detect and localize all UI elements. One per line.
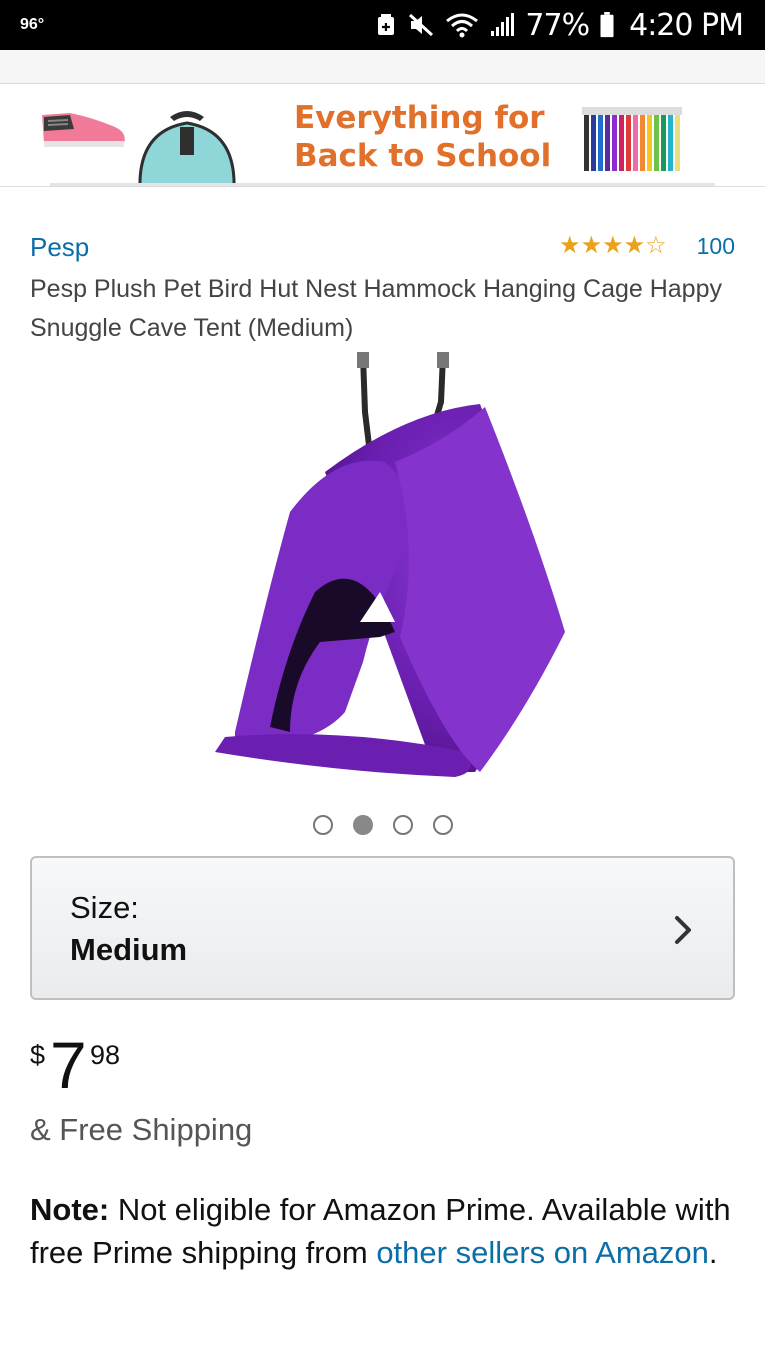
android-icon: ✚ xyxy=(378,14,395,35)
brand-link[interactable]: Pesp xyxy=(30,232,89,263)
banner-divider xyxy=(50,183,715,186)
temperature-indicator: 96° xyxy=(20,16,45,33)
backpack-image xyxy=(138,111,236,186)
banner-line-1: Everything for xyxy=(294,100,545,136)
star-empty-icon: ☆ xyxy=(645,232,667,259)
banner-headline: Everything for Back to School xyxy=(294,99,551,175)
chevron-right-icon xyxy=(675,916,691,944)
star-full-icon: ★ xyxy=(623,232,646,259)
battery-icon xyxy=(600,12,614,38)
image-pagination xyxy=(0,815,765,835)
pens-image xyxy=(582,107,682,171)
clock: 4:20 PM xyxy=(629,7,744,43)
signal-icon xyxy=(491,13,515,36)
pagination-dot[interactable] xyxy=(392,815,413,835)
rating-summary[interactable]: ★ ★ ★ ★ ☆ 100 xyxy=(559,232,735,260)
battery-percent: 77% xyxy=(525,7,590,43)
star-full-icon: ★ xyxy=(602,232,624,259)
status-icons: ✚ 77% 4:20 PM xyxy=(375,6,744,44)
product-title: Pesp Plush Pet Bird Hut Nest Hammock Han… xyxy=(30,275,722,342)
svg-text:✚: ✚ xyxy=(382,21,391,34)
product-image[interactable] xyxy=(195,352,575,782)
star-full-icon: ★ xyxy=(559,232,581,259)
wifi-icon xyxy=(446,13,479,38)
shoe-image xyxy=(42,113,125,147)
shipping-info: & Free Shipping xyxy=(30,1112,253,1147)
star-rating: ★ ★ ★ ★ ☆ xyxy=(559,232,667,260)
size-value: Medium xyxy=(70,932,188,967)
note-end: . xyxy=(708,1235,718,1270)
mute-icon xyxy=(409,13,434,37)
other-sellers-link[interactable]: other sellers on Amazon xyxy=(376,1235,709,1270)
size-selector[interactable]: Size: Medium xyxy=(30,856,735,1000)
star-full-icon: ★ xyxy=(580,232,603,259)
size-label: Size: xyxy=(70,890,139,925)
price-fraction: 98 xyxy=(90,1040,121,1070)
price-whole: 7 xyxy=(50,1028,87,1102)
prime-note: Note: Not eligible for Amazon Prime. Ava… xyxy=(30,1188,740,1274)
status-bar: 96° ✚ 77% 4:20 PM xyxy=(0,0,765,50)
pagination-dot-active[interactable] xyxy=(352,815,373,835)
banner-line-2: Back to School xyxy=(294,138,552,174)
pagination-dot[interactable] xyxy=(312,815,333,835)
note-label: Note: xyxy=(30,1192,110,1227)
pagination-dot[interactable] xyxy=(432,815,453,835)
price-currency: $ xyxy=(30,1040,46,1070)
back-to-school-banner[interactable]: Everything for Back to School xyxy=(0,85,765,187)
browser-toolbar-strip xyxy=(0,50,765,84)
rating-count[interactable]: 100 xyxy=(697,233,735,260)
